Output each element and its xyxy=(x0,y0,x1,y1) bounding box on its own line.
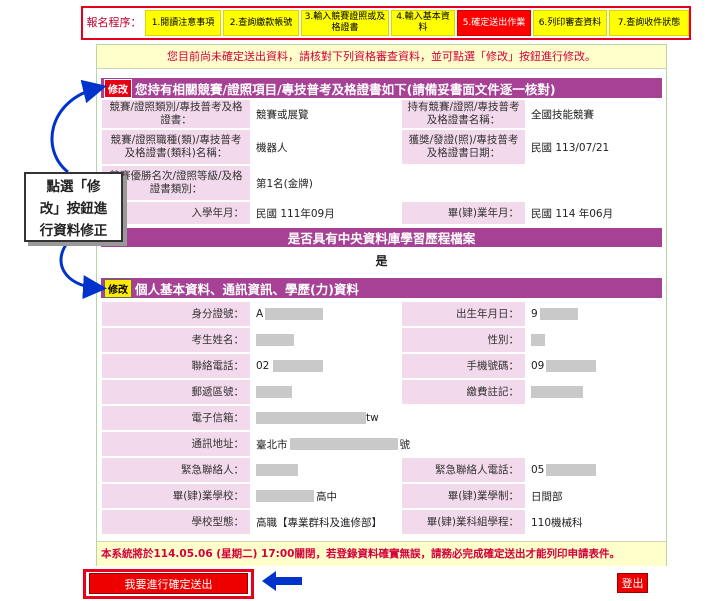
annotation-callout: 點選「修 改」按鈕進 行資料修正 xyxy=(24,172,123,242)
arrow-to-submit-icon xyxy=(262,571,302,591)
callout-line: 改」按鈕進 xyxy=(39,201,108,217)
callout-line: 點選「修 xyxy=(46,179,101,195)
callout-line: 行資料修正 xyxy=(39,223,108,239)
arrow-to-edit-2 xyxy=(59,241,107,300)
annotation-arrows xyxy=(50,79,302,591)
arrow-to-edit-1 xyxy=(50,79,107,174)
